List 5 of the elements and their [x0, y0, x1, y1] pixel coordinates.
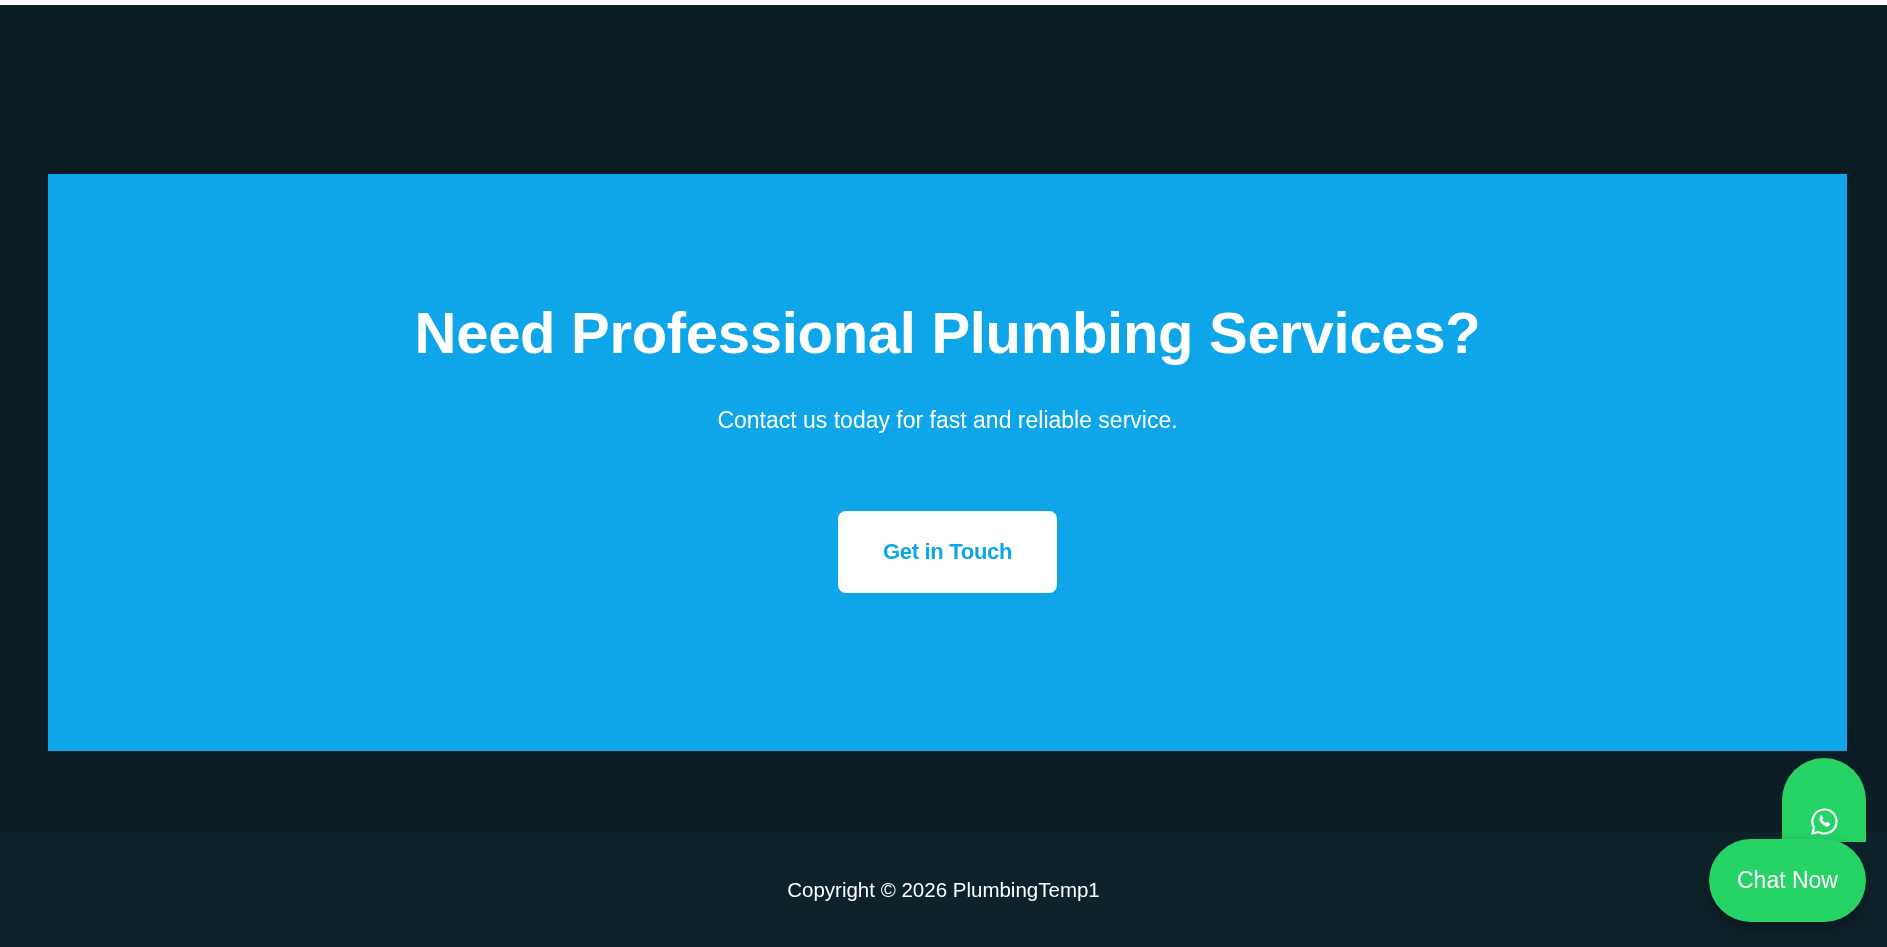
copyright-text: Copyright © 2026 PlumbingTemp1	[787, 876, 1100, 903]
get-in-touch-button[interactable]: Get in Touch	[838, 511, 1057, 593]
chat-phone-icon	[1809, 807, 1839, 836]
cta-heading: Need Professional Plumbing Services?	[414, 299, 1481, 367]
cta-subtitle: Contact us today for fast and reliable service.	[717, 406, 1178, 435]
